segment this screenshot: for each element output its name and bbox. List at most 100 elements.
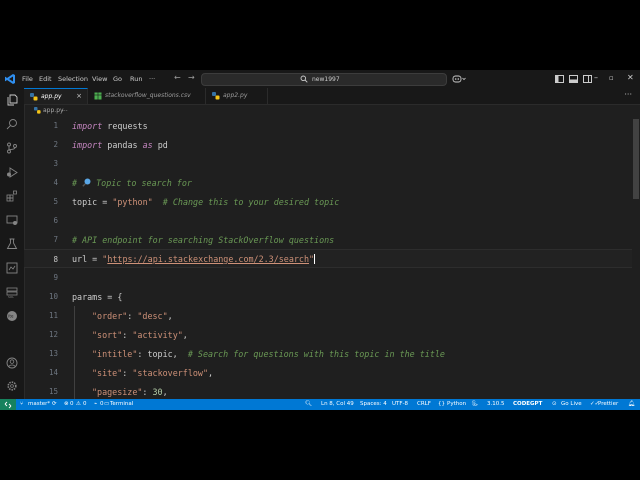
magnifier-emoji-icon	[82, 178, 91, 187]
breadcrumb-symbols[interactable]: ...	[62, 106, 68, 113]
indent-guide	[74, 306, 75, 399]
activity-bar: SQL ite	[0, 88, 25, 399]
code-url-link[interactable]: https://api.stackexchange.com/2.3/search	[107, 254, 309, 264]
command-center-search[interactable]: new1997	[201, 73, 447, 86]
code-token: import	[72, 121, 103, 131]
search-text: new1997	[312, 76, 340, 83]
run-debug-icon[interactable]	[6, 166, 18, 178]
csv-file-icon	[94, 92, 102, 100]
error-count[interactable]: 0	[70, 401, 74, 407]
code-line: 13 "intitle": topic, # Search for questi…	[24, 344, 632, 363]
testing-icon[interactable]	[6, 238, 18, 250]
editor-scrollbar[interactable]	[632, 117, 640, 399]
prettier-button[interactable]: Prettier	[598, 401, 618, 407]
database-icon[interactable]: SQL	[6, 286, 18, 298]
tab-label: stackoverflow_questions.csv	[105, 92, 191, 99]
code-line: 11 "order": "desc",	[24, 306, 632, 325]
tab-stackoverflow-csv[interactable]: stackoverflow_questions.csv	[88, 88, 206, 104]
toggle-panel-icon[interactable]	[569, 75, 578, 83]
explorer-icon[interactable]	[6, 94, 18, 106]
back-arrow-icon[interactable]: ←	[174, 73, 181, 82]
toggle-secondary-sidebar-icon[interactable]	[583, 75, 592, 83]
code-token: # API endpoint for searching StackOverfl…	[72, 235, 335, 245]
tab-app2-py[interactable]: app2.py	[206, 88, 268, 104]
code-token: topic =	[72, 197, 113, 207]
code-token: :	[122, 368, 133, 378]
code-token: ,	[167, 311, 173, 321]
python-version[interactable]: 3.10.5	[487, 401, 505, 407]
python-file-icon	[30, 93, 38, 101]
line-ending[interactable]: CRLF	[417, 401, 431, 407]
ports-count[interactable]: 0	[100, 401, 104, 407]
warning-count[interactable]: 0	[83, 401, 87, 407]
zoom-icon[interactable]: 🔍︎	[305, 401, 312, 407]
codegpt-button[interactable]: CODEGPT	[513, 401, 542, 407]
menu-selection[interactable]: Selection	[58, 75, 88, 83]
go-live-button[interactable]: Go Live	[561, 401, 582, 407]
code-token: url =	[72, 254, 103, 264]
code-token: pd	[152, 140, 168, 150]
branch-name[interactable]: master*	[28, 401, 50, 407]
sync-icon[interactable]: ⟳	[52, 401, 57, 407]
remote-explorer-icon[interactable]	[6, 214, 18, 226]
scrollbar-thumb[interactable]	[633, 119, 639, 199]
close-window-icon[interactable]: ✕	[627, 73, 634, 82]
menu-edit[interactable]: Edit	[39, 75, 52, 83]
code-token: requests	[102, 121, 148, 131]
code-line: 1 import requests	[24, 117, 632, 135]
tab-label: app2.py	[223, 92, 248, 99]
git-branch-icon: ⑂	[20, 401, 24, 407]
code-line: 14 "site": "stackoverflow",	[24, 363, 632, 382]
breadcrumb: app.py ...	[24, 104, 640, 117]
menu-go[interactable]: Go	[113, 75, 122, 83]
manage-gear-icon[interactable]	[6, 380, 18, 392]
menu-view[interactable]: View	[92, 75, 107, 83]
code-token: "activity"	[132, 330, 183, 340]
go-live-icon: ⊙	[552, 401, 557, 407]
source-control-icon[interactable]	[6, 142, 18, 154]
line-number: 10	[48, 292, 58, 301]
notifications-bell-icon[interactable]: 🔔︎	[628, 401, 635, 407]
breadcrumb-file[interactable]: app.py	[43, 107, 64, 114]
line-number: 15	[48, 387, 58, 396]
cursor-position[interactable]: Ln 8, Col 49	[321, 401, 354, 407]
line-number: 9	[53, 273, 58, 282]
tabs-more-actions-icon[interactable]: ···	[624, 90, 632, 99]
code-line-current: 8 url = "https://api.stackexchange.com/2…	[24, 249, 632, 268]
code-token: params = {	[72, 292, 123, 302]
indentation[interactable]: Spaces: 4	[360, 401, 387, 407]
forward-arrow-icon[interactable]: →	[188, 73, 195, 82]
line-number: 4	[53, 178, 58, 187]
menu-run[interactable]: Run	[130, 75, 142, 83]
language-mode[interactable]: Python	[447, 401, 466, 407]
code-token: ,	[162, 387, 168, 397]
svg-text:ite: ite	[8, 314, 14, 319]
tab-app-py[interactable]: app.py ×	[24, 88, 88, 104]
live-share-icon[interactable]: ite	[6, 310, 18, 322]
menu-more[interactable]: ···	[149, 75, 155, 83]
code-token: import	[72, 140, 103, 150]
code-line: 10 params = {	[24, 287, 632, 306]
line-number: 11	[48, 311, 58, 320]
code-line: 12 "sort": "activity",	[24, 325, 632, 344]
close-tab-icon[interactable]: ×	[76, 92, 82, 100]
maximize-icon[interactable]: ▫	[609, 74, 614, 82]
accounts-icon[interactable]	[6, 357, 18, 369]
extensions-icon[interactable]	[6, 190, 18, 202]
code-token: "desc"	[137, 311, 168, 321]
encoding[interactable]: UTF-8	[392, 401, 408, 407]
copilot-icon[interactable]	[452, 74, 466, 84]
remote-indicator[interactable]	[0, 399, 16, 410]
toggle-primary-sidebar-icon[interactable]	[555, 75, 564, 83]
code-token: # Search for questions with this topic i…	[177, 349, 445, 359]
search-icon	[300, 75, 308, 83]
code-token: Topic to search for	[91, 178, 192, 188]
search-sidebar-icon[interactable]	[6, 118, 18, 130]
status-bar: ⑂ master* ⟳ ⊗ 0 ⚠ 0 ⌁ 0 ▭ Terminal 🔍︎ Ln…	[0, 399, 640, 410]
code-editor[interactable]: 1 import requests 2 import pandas as pd …	[24, 117, 640, 399]
minimize-icon[interactable]: –	[594, 73, 598, 82]
jupyter-icon[interactable]	[6, 262, 18, 274]
menu-file[interactable]: File	[22, 75, 33, 83]
terminal-button[interactable]: Terminal	[110, 401, 133, 407]
code-token: "pagesize"	[92, 387, 143, 397]
